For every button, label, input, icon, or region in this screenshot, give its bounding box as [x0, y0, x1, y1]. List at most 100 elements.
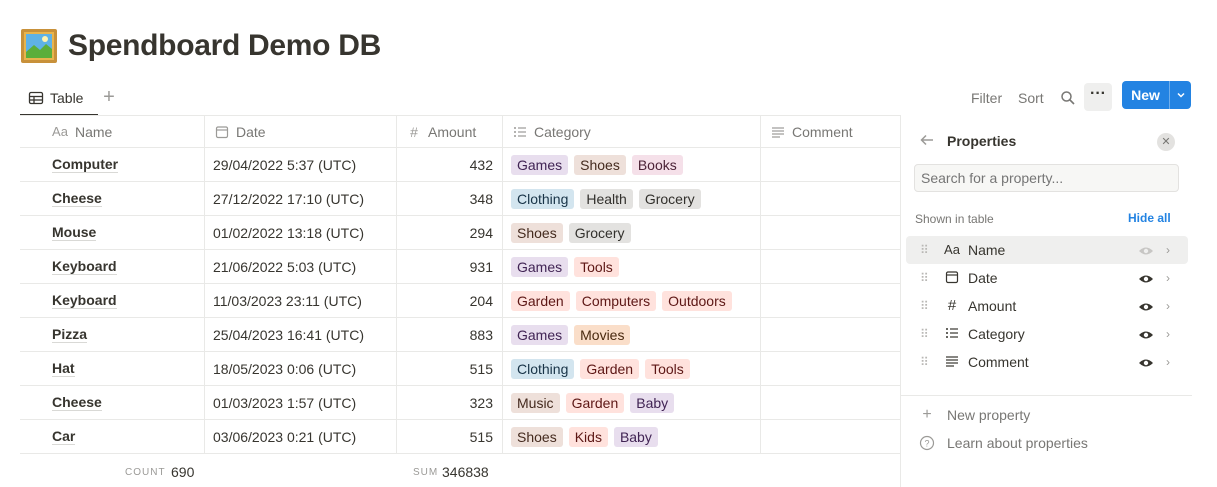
table-row[interactable]: Pizza 25/04/2023 16:41 (UTC) 883 Games Movie…	[20, 318, 901, 352]
row-name[interactable]: Hat	[52, 360, 75, 377]
cell-comment[interactable]	[761, 352, 901, 385]
property-item-amount[interactable]: ⠿ # Amount ›	[906, 292, 1188, 320]
cell-category[interactable]: Music Garden Baby	[503, 386, 761, 419]
chevron-right-icon[interactable]: ›	[1166, 326, 1170, 342]
close-icon[interactable]: ✕	[1157, 133, 1175, 151]
chevron-right-icon[interactable]: ›	[1166, 270, 1170, 286]
plus-icon[interactable]: +	[98, 86, 120, 108]
cell-date[interactable]: 01/02/2022 13:18 (UTC)	[205, 216, 397, 249]
cell-name[interactable]: Mouse	[20, 216, 205, 249]
cell-date[interactable]: 03/06/2023 0:21 (UTC)	[205, 420, 397, 453]
table-row[interactable]: Keyboard 11/03/2023 23:11 (UTC) 204 Garden C…	[20, 284, 901, 318]
row-name[interactable]: Pizza	[52, 326, 88, 343]
column-header-amount[interactable]: # Amount	[397, 116, 503, 148]
cell-category[interactable]: Games Shoes Books	[503, 148, 761, 181]
drag-handle-icon[interactable]: ⠿	[920, 270, 930, 286]
chevron-right-icon[interactable]: ›	[1166, 242, 1170, 258]
cell-amount[interactable]: 323	[397, 386, 503, 419]
learn-properties-link[interactable]: ? Learn about properties	[919, 435, 1088, 451]
table-row[interactable]: Cheese 01/03/2023 1:57 (UTC) 323 Music Garde…	[20, 386, 901, 420]
new-property-button[interactable]: + New property	[919, 407, 1030, 424]
drag-handle-icon[interactable]: ⠿	[920, 298, 930, 314]
sum-value[interactable]: 346838	[442, 464, 489, 480]
property-item-date[interactable]: ⠿ Date ›	[906, 264, 1188, 292]
chevron-right-icon[interactable]: ›	[1166, 298, 1170, 314]
cell-category[interactable]: Garden Computers Outdoors	[503, 284, 761, 317]
cell-date[interactable]: 21/06/2022 5:03 (UTC)	[205, 250, 397, 283]
table-row[interactable]: Cheese 27/12/2022 17:10 (UTC) 348 Clothing H…	[20, 182, 901, 216]
new-button[interactable]: New	[1122, 81, 1191, 109]
row-name[interactable]: Mouse	[52, 224, 97, 241]
row-name[interactable]: Cheese	[52, 394, 102, 411]
cell-date[interactable]: 11/03/2023 23:11 (UTC)	[205, 284, 397, 317]
cell-comment[interactable]	[761, 148, 901, 181]
cell-category[interactable]: Shoes Grocery	[503, 216, 761, 249]
sort-button[interactable]: Sort	[1018, 86, 1044, 110]
cell-name[interactable]: Cheese	[20, 386, 205, 419]
cell-amount[interactable]: 432	[397, 148, 503, 181]
eye-icon[interactable]	[1138, 356, 1154, 368]
hide-all-button[interactable]: Hide all	[1128, 211, 1171, 225]
cell-amount[interactable]: 515	[397, 352, 503, 385]
cell-name[interactable]: Cheese	[20, 182, 205, 215]
table-row[interactable]: Computer 29/04/2022 5:37 (UTC) 432 Games Sho…	[20, 148, 901, 182]
table-row[interactable]: Keyboard 21/06/2022 5:03 (UTC) 931 Games Too…	[20, 250, 901, 284]
cell-amount[interactable]: 515	[397, 420, 503, 453]
eye-icon[interactable]	[1138, 244, 1154, 256]
property-item-name[interactable]: ⠿ Aa Name ›	[906, 236, 1188, 264]
row-name[interactable]: Car	[52, 428, 76, 445]
cell-category[interactable]: Games Tools	[503, 250, 761, 283]
cell-comment[interactable]	[761, 182, 901, 215]
tab-table[interactable]: Table	[20, 80, 91, 116]
cell-comment[interactable]	[761, 284, 901, 317]
column-header-name[interactable]: Aa Name	[20, 116, 205, 148]
cell-name[interactable]: Pizza	[20, 318, 205, 351]
cell-category[interactable]: Clothing Health Grocery	[503, 182, 761, 215]
cell-name[interactable]: Hat	[20, 352, 205, 385]
arrow-left-icon[interactable]	[919, 132, 935, 153]
cell-date[interactable]: 25/04/2023 16:41 (UTC)	[205, 318, 397, 351]
column-header-date[interactable]: Date	[205, 116, 397, 148]
cell-date[interactable]: 29/04/2022 5:37 (UTC)	[205, 148, 397, 181]
row-name[interactable]: Keyboard	[52, 258, 117, 275]
drag-handle-icon[interactable]: ⠿	[920, 242, 930, 258]
cell-name[interactable]: Computer	[20, 148, 205, 181]
eye-icon[interactable]	[1138, 300, 1154, 312]
cell-name[interactable]: Car	[20, 420, 205, 453]
new-button-label[interactable]: New	[1122, 81, 1169, 109]
table-row[interactable]: Mouse 01/02/2022 13:18 (UTC) 294 Shoes Groce…	[20, 216, 901, 250]
cell-name[interactable]: Keyboard	[20, 250, 205, 283]
table-row[interactable]: Car 03/06/2023 0:21 (UTC) 515 Shoes Kids Baby	[20, 420, 901, 454]
column-header-comment[interactable]: Comment	[761, 116, 901, 148]
cell-date[interactable]: 27/12/2022 17:10 (UTC)	[205, 182, 397, 215]
search-icon[interactable]	[1060, 86, 1076, 110]
eye-icon[interactable]	[1138, 272, 1154, 284]
framed-picture-icon[interactable]	[20, 28, 58, 64]
cell-name[interactable]: Keyboard	[20, 284, 205, 317]
cell-comment[interactable]	[761, 216, 901, 249]
cell-category[interactable]: Clothing Garden Tools	[503, 352, 761, 385]
more-icon[interactable]: ···	[1084, 83, 1112, 111]
property-item-comment[interactable]: ⠿ Comment ›	[906, 348, 1188, 376]
drag-handle-icon[interactable]: ⠿	[920, 354, 930, 370]
cell-amount[interactable]: 204	[397, 284, 503, 317]
column-header-category[interactable]: Category	[503, 116, 761, 148]
row-name[interactable]: Cheese	[52, 190, 102, 207]
drag-handle-icon[interactable]: ⠿	[920, 326, 930, 342]
count-value[interactable]: 690	[171, 464, 194, 480]
row-name[interactable]: Computer	[52, 156, 119, 173]
cell-amount[interactable]: 883	[397, 318, 503, 351]
cell-category[interactable]: Shoes Kids Baby	[503, 420, 761, 453]
property-search-input[interactable]	[914, 164, 1179, 192]
chevron-down-icon[interactable]	[1170, 81, 1191, 109]
cell-comment[interactable]	[761, 420, 901, 453]
cell-comment[interactable]	[761, 318, 901, 351]
cell-date[interactable]: 18/05/2023 0:06 (UTC)	[205, 352, 397, 385]
cell-date[interactable]: 01/03/2023 1:57 (UTC)	[205, 386, 397, 419]
table-row[interactable]: Hat 18/05/2023 0:06 (UTC) 515 Clothing Garde…	[20, 352, 901, 386]
cell-category[interactable]: Games Movies	[503, 318, 761, 351]
filter-button[interactable]: Filter	[971, 86, 1002, 110]
cell-amount[interactable]: 931	[397, 250, 503, 283]
chevron-right-icon[interactable]: ›	[1166, 354, 1170, 370]
cell-amount[interactable]: 348	[397, 182, 503, 215]
